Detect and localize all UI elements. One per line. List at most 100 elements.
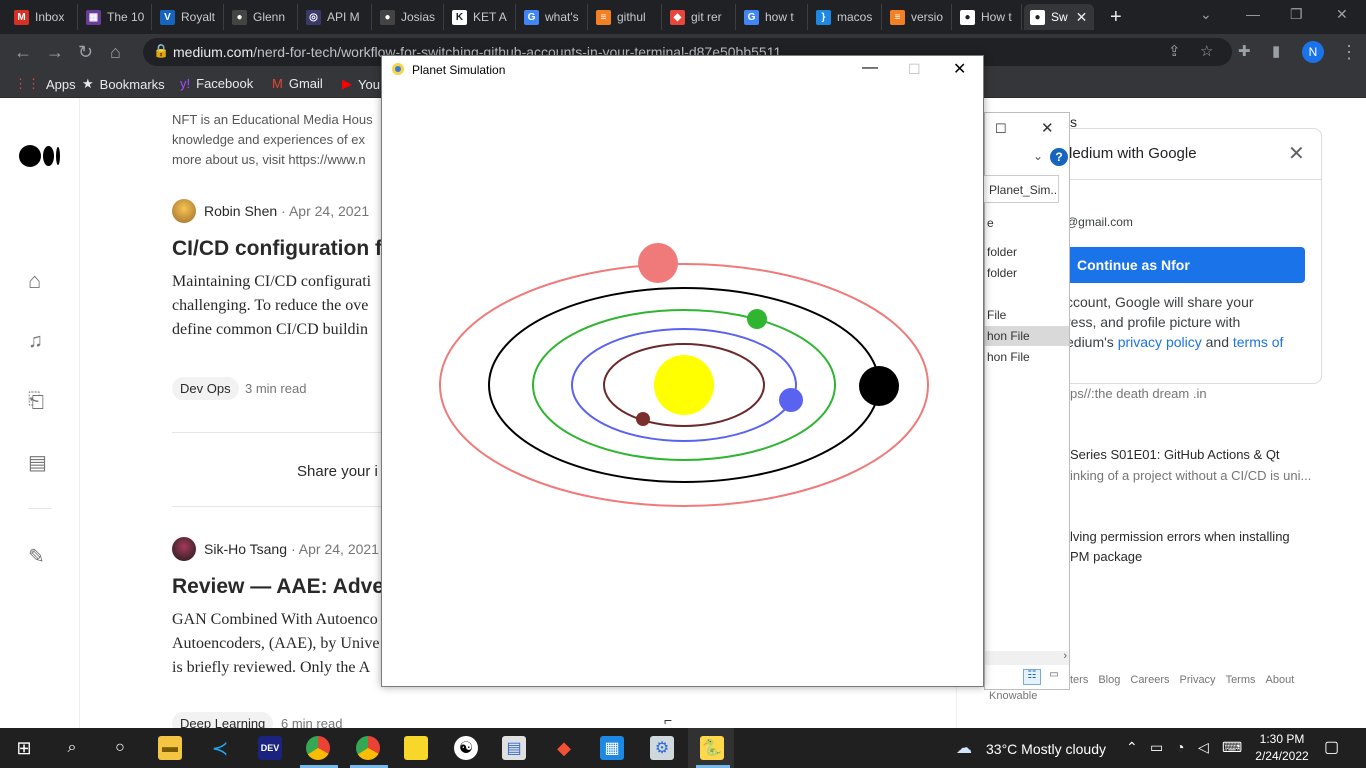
footer-link[interactable]: ters: [1070, 674, 1088, 686]
weather-icon[interactable]: ☁: [956, 738, 972, 758]
close-window-icon[interactable]: ✕: [1336, 6, 1348, 23]
file-explorer-icon[interactable]: ▬: [158, 736, 182, 760]
post2-title[interactable]: Review — AAE: Adve: [172, 575, 384, 599]
lists-bookmark-icon[interactable]: ⎗: [28, 390, 44, 413]
tab-v[interactable]: V Royalt: [154, 4, 224, 30]
maximize-icon[interactable]: ☐: [995, 121, 1007, 137]
tab-google[interactable]: Gwhat's: [518, 4, 588, 30]
search-icon[interactable]: ⌕: [60, 736, 84, 760]
post2-author[interactable]: Sik-Ho Tsang · Apr 24, 2021: [172, 537, 379, 561]
file-item[interactable]: hon File: [985, 347, 1069, 367]
tab-purple-site[interactable]: ▦ The 10: [80, 4, 152, 30]
volume-icon[interactable]: ◁: [1198, 739, 1209, 756]
write-icon[interactable]: ✎: [28, 544, 45, 569]
details-view-icon[interactable]: ☷: [1023, 669, 1041, 685]
file-item[interactable]: folder: [985, 242, 1069, 262]
footer-knowable[interactable]: Knowable: [989, 690, 1037, 702]
side-panel-icon[interactable]: ▮: [1272, 42, 1280, 60]
tab-github[interactable]: ● Josias: [374, 4, 444, 30]
weather-text[interactable]: 33°C Mostly cloudy: [986, 741, 1106, 757]
privacy-policy-link[interactable]: privacy policy: [1118, 334, 1202, 350]
chevron-up-icon[interactable]: ⌃: [1126, 739, 1138, 756]
file-item[interactable]: folder: [985, 263, 1069, 283]
keyboard-icon[interactable]: ⌨: [1222, 739, 1242, 756]
tab-api[interactable]: ◎ API M: [300, 4, 372, 30]
post1-tag[interactable]: Dev Ops: [172, 377, 239, 400]
python-file-icon[interactable]: ▤: [502, 736, 526, 760]
bookmark-apps[interactable]: ⋮⋮ Apps: [14, 76, 76, 92]
clock-date[interactable]: 2/24/2022: [1250, 749, 1314, 763]
menu-dots-icon[interactable]: ⋮: [1340, 42, 1358, 63]
tab-bracket[interactable]: } macos: [810, 4, 882, 30]
pygame-titlebar[interactable]: Planet Simulation — ☐ ✕: [382, 56, 983, 84]
share-icon[interactable]: ⇪: [1168, 42, 1181, 60]
continue-as-button[interactable]: Continue as Nfor: [1062, 247, 1305, 283]
chrome-icon[interactable]: [356, 736, 380, 760]
tab-github[interactable]: ● Glenn: [226, 4, 298, 30]
minimize-icon[interactable]: —: [1246, 6, 1260, 22]
footer-link[interactable]: Terms: [1226, 674, 1256, 686]
post1-author[interactable]: Robin Shen · Apr 24, 2021: [172, 199, 369, 223]
footer-link[interactable]: Careers: [1130, 674, 1169, 686]
bookmark-star-icon[interactable]: ☆: [1200, 42, 1213, 60]
sticky-notes-icon[interactable]: [404, 736, 428, 760]
vscode-icon[interactable]: ≺: [208, 736, 232, 760]
horizontal-scrollbar[interactable]: ›: [985, 650, 1069, 665]
footer-link[interactable]: About: [1266, 674, 1295, 686]
forward-icon[interactable]: →: [46, 42, 64, 63]
yin-yang-icon[interactable]: ☯: [454, 736, 478, 760]
help-icon[interactable]: ?: [1050, 148, 1068, 166]
tab-medium[interactable]: ● How t: [954, 4, 1022, 30]
rec2-title[interactable]: lving permission errors when installing: [1070, 529, 1290, 544]
bookmark-you[interactable]: ▶ You: [342, 76, 380, 92]
reload-icon[interactable]: ↻: [78, 42, 93, 63]
file-item-selected[interactable]: hon File: [985, 326, 1069, 346]
tab-git[interactable]: ◆ git rer: [664, 4, 736, 30]
windows-start-icon[interactable]: ⊞: [12, 736, 36, 760]
wifi-icon[interactable]: ◔: [1176, 739, 1184, 755]
planet-simulation-window[interactable]: Planet Simulation — ☐ ✕: [381, 55, 984, 687]
dev-c-icon[interactable]: DEV: [258, 736, 282, 760]
home-icon[interactable]: ⌂: [28, 268, 41, 294]
new-tab-button[interactable]: +: [1110, 6, 1122, 29]
rec1-title[interactable]: Series S01E01: GitHub Actions & Qt: [1070, 447, 1280, 462]
extensions-icon[interactable]: ✚: [1238, 42, 1251, 60]
chevron-down-icon[interactable]: ⌄: [1033, 149, 1043, 163]
restore-icon[interactable]: ❐: [1290, 6, 1303, 23]
tab-close-icon[interactable]: ✕: [1076, 9, 1088, 26]
minimize-icon[interactable]: —: [862, 59, 878, 77]
chrome-profile-icon[interactable]: [306, 736, 330, 760]
tab-google[interactable]: Ghow t: [738, 4, 808, 30]
back-icon[interactable]: ←: [14, 42, 32, 63]
task-view-icon[interactable]: ○: [108, 736, 132, 760]
file-item[interactable]: e: [985, 213, 1069, 233]
python-idle-icon[interactable]: ⚙: [650, 736, 674, 760]
tab-stackoverflow[interactable]: ≡ githul: [590, 4, 662, 30]
git-icon[interactable]: ◆: [552, 736, 576, 760]
tab-search-icon[interactable]: ⌄: [1200, 6, 1212, 23]
battery-icon[interactable]: ▭: [1150, 739, 1163, 756]
search-box[interactable]: Planet_Sim...: [981, 175, 1059, 203]
bookmark-gmail[interactable]: M Gmail: [272, 76, 323, 91]
post1-title[interactable]: CI/CD configuration f: [172, 237, 382, 261]
close-icon[interactable]: ✕: [1041, 119, 1054, 137]
footer-link[interactable]: Privacy: [1180, 674, 1216, 686]
bookmark-bookmarks[interactable]: ★ Bookmarks: [82, 76, 165, 92]
share-ideas-text[interactable]: Share your i: [297, 463, 378, 480]
control-panel-icon[interactable]: ▦: [600, 736, 624, 760]
stories-icon[interactable]: ▤: [28, 450, 47, 475]
clock-time[interactable]: 1:30 PM: [1254, 732, 1310, 746]
close-icon[interactable]: ✕: [953, 59, 966, 79]
notifications-icon[interactable]: ▢: [1324, 737, 1339, 757]
tab-medium[interactable]: ● Sw ✕: [1024, 4, 1094, 30]
sidebar-link[interactable]: ps//:the death dream .in: [1070, 386, 1207, 401]
file-item[interactable]: File: [985, 305, 1069, 325]
footer-link[interactable]: Blog: [1098, 674, 1120, 686]
home-icon[interactable]: ⌂: [110, 42, 121, 63]
close-icon[interactable]: ✕: [1288, 141, 1305, 166]
medium-logo[interactable]: [19, 145, 60, 167]
rec2-title-2[interactable]: PM package: [1070, 549, 1142, 564]
tab-ket[interactable]: K KET A: [446, 4, 516, 30]
bookmark-facebook[interactable]: y! Facebook: [180, 76, 253, 91]
maximize-icon[interactable]: ☐: [908, 61, 921, 78]
